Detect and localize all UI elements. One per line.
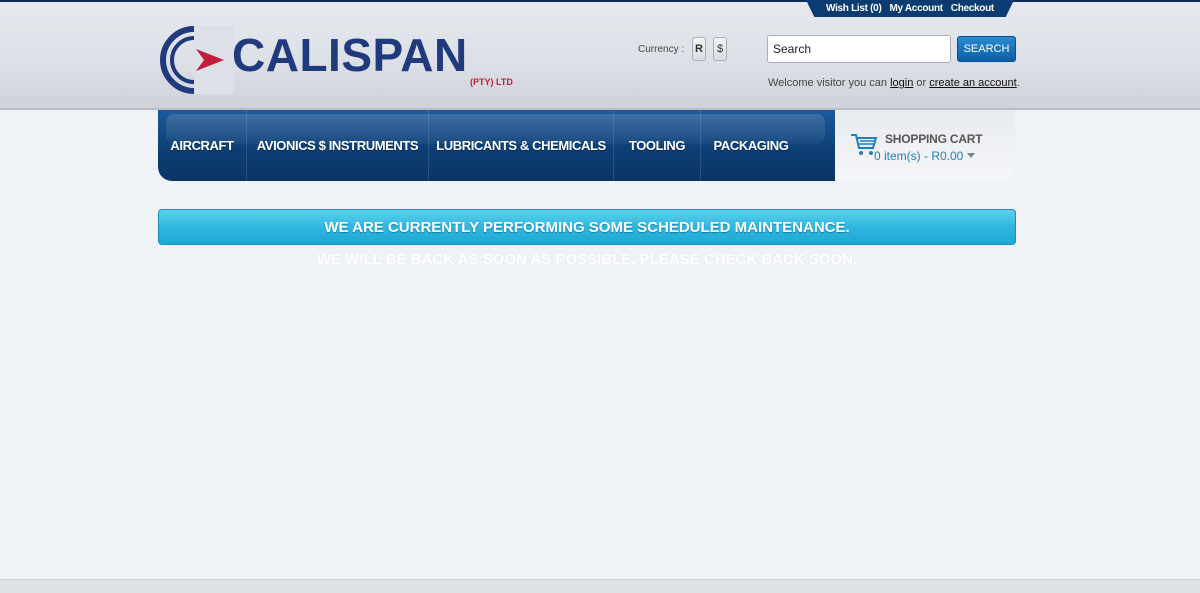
maintenance-subtext: WE WILL BE BACK AS SOON AS POSSIBLE. PLE… [316, 251, 858, 268]
welcome-suffix: . [1016, 77, 1020, 89]
maintenance-banner: WE ARE CURRENTLY PERFORMING SOME SCHEDUL… [158, 209, 1016, 245]
site-header: Wish List (0) My Account Checkout CALISP… [0, 0, 1200, 110]
welcome-message: Welcome visitor you can login or create … [768, 77, 1020, 89]
cart-title: SHOPPING CART [885, 132, 983, 146]
search-button[interactable]: SEARCH [957, 36, 1016, 62]
nav-items: AIRCRAFT AVIONICS $ INSTRUMENTS LUBRICAN… [158, 110, 801, 181]
cart-total-text: 0 item(s) - R0.00 [874, 149, 964, 163]
welcome-prefix: Welcome visitor you can [768, 77, 888, 89]
nav-item-avionics[interactable]: AVIONICS $ INSTRUMENTS [247, 110, 429, 181]
login-link[interactable]: login [890, 77, 913, 89]
search-input[interactable] [767, 35, 951, 63]
nav-item-packaging[interactable]: PACKAGING [701, 110, 801, 181]
nav-item-tooling[interactable]: TOOLING [614, 110, 701, 181]
currency-dollar-button[interactable]: $ [713, 37, 727, 61]
footer-bar [0, 579, 1200, 593]
nav-item-lubricants[interactable]: LUBRICANTS & CHEMICALS [429, 110, 614, 181]
currency-label: Currency : [638, 44, 685, 55]
my-account-link[interactable]: My Account [889, 3, 943, 14]
shopping-cart[interactable]: SHOPPING CART 0 item(s) - R0.00 [835, 110, 1015, 181]
welcome-or: or [916, 77, 927, 89]
chevron-down-icon [967, 153, 976, 158]
checkout-link[interactable]: Checkout [951, 3, 994, 14]
create-account-link[interactable]: create an account [929, 77, 1016, 89]
logo-subtitle: (PTY) LTD [470, 77, 513, 87]
nav-item-aircraft[interactable]: AIRCRAFT [158, 110, 247, 181]
cart-total[interactable]: 0 item(s) - R0.00 [874, 149, 976, 163]
wishlist-link[interactable]: Wish List (0) [826, 3, 882, 14]
currency-rand-button[interactable]: R [692, 37, 706, 61]
logo-wordmark: CALISPAN [232, 29, 468, 81]
main-nav: AIRCRAFT AVIONICS $ INSTRUMENTS LUBRICAN… [158, 110, 835, 181]
top-links-bar: Wish List (0) My Account Checkout [806, 0, 1014, 17]
